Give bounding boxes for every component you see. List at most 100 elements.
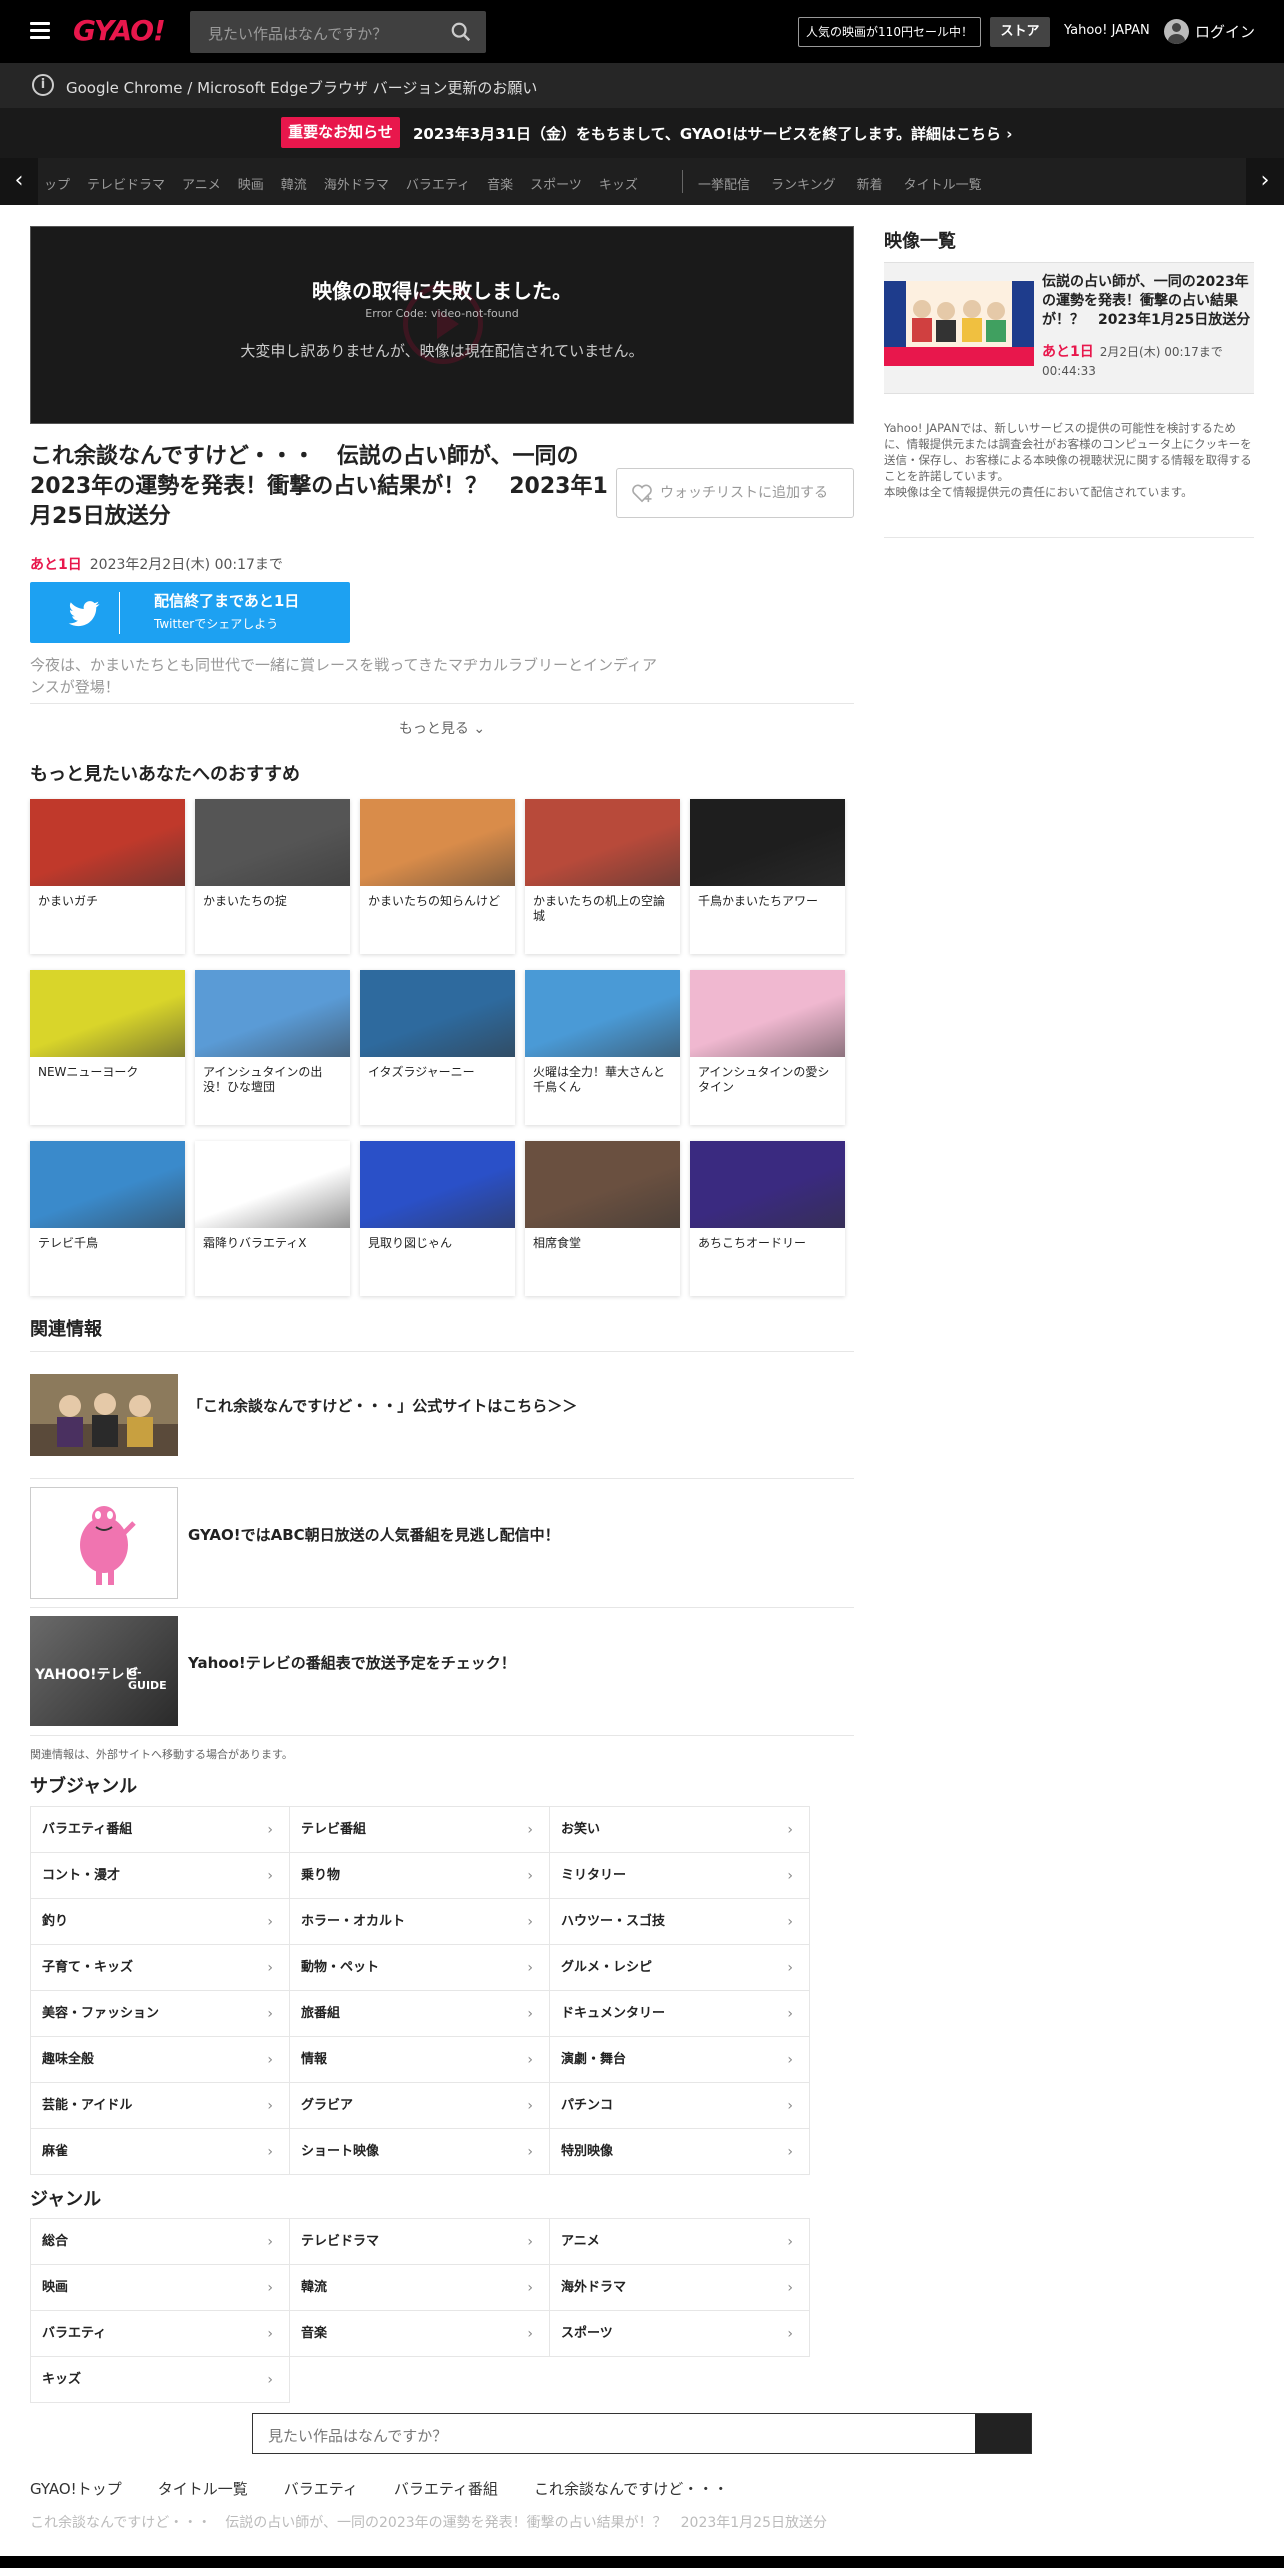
nav-item[interactable]: 韓流 (281, 178, 307, 193)
chevron-right-icon: › (787, 1868, 793, 1884)
recommend-card[interactable]: かまいガチ (30, 799, 185, 954)
recommend-card[interactable]: 霜降りバラエティX (195, 1141, 350, 1296)
chevron-right-icon: › (527, 2144, 533, 2160)
genre-link[interactable]: スポーツ › (550, 2311, 810, 2357)
recommend-thumb (360, 799, 515, 886)
genre-link[interactable]: 音楽 › (290, 2311, 550, 2357)
breadcrumb-item[interactable]: GYAO!トップ (30, 2480, 122, 2498)
subgenre-link[interactable]: 動物・ペット › (290, 1945, 550, 1991)
g-guide-logo: G-GUIDE (128, 1666, 167, 1692)
bottom-search-button[interactable] (975, 2414, 1031, 2453)
subgenre-link[interactable]: お笑い › (550, 1807, 810, 1853)
subgenre-link[interactable]: ホラー・オカルト › (290, 1899, 550, 1945)
show-more-button[interactable]: もっと見る ⌄ (0, 718, 884, 738)
recommend-card[interactable]: かまいたちの机上の空論城 (525, 799, 680, 954)
nav-item[interactable]: スポーツ (530, 178, 582, 193)
menu-icon[interactable] (30, 22, 50, 40)
nav-item[interactable]: 映画 (238, 178, 264, 193)
subgenre-link[interactable]: 美容・ファッション › (30, 1991, 290, 2037)
related-link-abc[interactable]: GYAO!ではABC朝日放送の人気番組を見逃し配信中！ (188, 1524, 560, 1545)
genre-link[interactable]: 海外ドラマ › (550, 2265, 810, 2311)
important-announcement[interactable]: 重要なお知らせ 2023年3月31日（金）をもちまして、GYAO!はサービスを終… (0, 108, 1284, 158)
subgenre-link[interactable]: 麻雀 › (30, 2129, 290, 2175)
nav-item[interactable]: キッズ (599, 178, 638, 193)
search-icon[interactable] (450, 21, 472, 43)
recommend-card[interactable]: 火曜は全力！華大さんと千鳥くん (525, 970, 680, 1125)
genre-link[interactable]: 韓流 › (290, 2265, 550, 2311)
subgenre-link[interactable]: テレビ番組 › (290, 1807, 550, 1853)
subgenre-link[interactable]: ハウツー・スゴ技 › (550, 1899, 810, 1945)
nav-item[interactable]: ップ (44, 178, 70, 193)
subgenre-link[interactable]: ショート映像 › (290, 2129, 550, 2175)
nav-item[interactable]: 新着 (857, 178, 883, 193)
nav-item[interactable]: バラエティ (406, 178, 470, 193)
recommend-card[interactable]: 千鳥かまいたちアワー (690, 799, 845, 954)
subgenre-link[interactable]: 趣味全般 › (30, 2037, 290, 2083)
recommend-card[interactable]: イタズラジャーニー (360, 970, 515, 1125)
recommend-card[interactable]: かまいたちの知らんけど (360, 799, 515, 954)
bottom-search-input[interactable]: 見たい作品はなんですか？ (252, 2413, 1032, 2454)
recommend-card[interactable]: 相席食堂 (525, 1141, 680, 1296)
login-button[interactable]: ログイン (1164, 19, 1255, 45)
gyao-logo[interactable]: GYAO! (73, 14, 166, 47)
genre-link[interactable]: 映画 › (30, 2265, 290, 2311)
nav-item[interactable]: タイトル一覧 (904, 178, 982, 193)
subgenre-link[interactable]: グラビア › (290, 2083, 550, 2129)
subgenre-link[interactable]: 旅番組 › (290, 1991, 550, 2037)
breadcrumb-item[interactable]: バラエティ番組 (394, 2480, 498, 2498)
related-thumb-official[interactable] (30, 1374, 178, 1456)
subgenre-link[interactable]: コント・漫才 › (30, 1853, 290, 1899)
subgenre-link[interactable]: ミリタリー › (550, 1853, 810, 1899)
video-list-item[interactable]: 伝説の占い師が、一同の2023年の運勢を発表！衝撃の占い結果が！？ 2023年1… (884, 262, 1254, 394)
cookie-notice-text: Yahoo! JAPANでは、新しいサービスの提供の可能性を検討するために、情報… (884, 421, 1252, 483)
recommend-card[interactable]: NEWニューヨーク (30, 970, 185, 1125)
breadcrumb-item[interactable]: タイトル一覧 (158, 2480, 248, 2498)
subgenre-link[interactable]: ドキュメンタリー › (550, 1991, 810, 2037)
subgenre-link[interactable]: 乗り物 › (290, 1853, 550, 1899)
subgenre-link[interactable]: グルメ・レシピ › (550, 1945, 810, 1991)
video-player[interactable]: 映像の取得に失敗しました。 Error Code: video-not-foun… (30, 226, 854, 424)
twitter-share-button[interactable]: 配信終了まであと1日 Twitterでシェアしよう (30, 582, 350, 643)
genre-link[interactable]: テレビドラマ › (290, 2219, 550, 2265)
genre-link[interactable]: キッズ › (30, 2357, 290, 2403)
subgenre-link[interactable]: 釣り › (30, 1899, 290, 1945)
store-button[interactable]: ストア (990, 17, 1050, 47)
subgenre-label: 演劇・舞台 (561, 2052, 627, 2067)
browser-update-notice[interactable]: i Google Chrome / Microsoft Edgeブラウザ バージ… (0, 63, 1284, 108)
subgenre-link[interactable]: 情報 › (290, 2037, 550, 2083)
nav-item[interactable]: アニメ (182, 178, 221, 193)
subgenre-link[interactable]: 子育て・キッズ › (30, 1945, 290, 1991)
breadcrumb-item[interactable]: バラエティ (284, 2480, 358, 2498)
nav-item[interactable]: テレビドラマ (87, 178, 165, 193)
chevron-left-icon[interactable]: ‹ (0, 158, 38, 205)
nav-item[interactable]: ランキング (771, 178, 836, 193)
yahoo-japan-link[interactable]: Yahoo! JAPAN (1064, 23, 1150, 38)
subgenre-link[interactable]: パチンコ › (550, 2083, 810, 2129)
breadcrumb-item[interactable]: これ余談なんですけど・・・ (534, 2480, 728, 2498)
nav-item[interactable]: 音楽 (487, 178, 513, 193)
nav-item[interactable]: 海外ドラマ (324, 178, 389, 193)
related-link-official[interactable]: 「これ余談なんですけど・・・」公式サイトはこちら＞＞ (188, 1395, 577, 1416)
genre-link[interactable]: バラエティ › (30, 2311, 290, 2357)
movie-sale-button[interactable]: 人気の映画が110円セール中！ (798, 17, 981, 47)
recommend-card[interactable]: 見取り図じゃん (360, 1141, 515, 1296)
recommend-card[interactable]: アインシュタインの愛シタイン (690, 970, 845, 1125)
subgenre-link[interactable]: 特別映像 › (550, 2129, 810, 2175)
chevron-right-icon[interactable]: › (1246, 158, 1284, 205)
genre-link[interactable]: アニメ › (550, 2219, 810, 2265)
subgenre-link[interactable]: 芸能・アイドル › (30, 2083, 290, 2129)
genre-link[interactable]: 総合 › (30, 2219, 290, 2265)
related-thumb-abc[interactable] (30, 1487, 178, 1599)
recommend-card[interactable]: あちこちオードリー (690, 1141, 845, 1296)
related-thumb-yahoo-tv[interactable]: YAHOO!テレビ G-GUIDE (30, 1616, 178, 1726)
subgenre-link[interactable]: バラエティ番組 › (30, 1807, 290, 1853)
add-to-watchlist-button[interactable]: ウォッチリストに追加する (616, 468, 854, 518)
recommend-card[interactable]: テレビ千鳥 (30, 1141, 185, 1296)
subgenre-link[interactable]: 演劇・舞台 › (550, 2037, 810, 2083)
subgenre-label: 動物・ペット (301, 1960, 380, 1975)
search-input[interactable]: 見たい作品はなんですか？ (190, 11, 486, 53)
recommend-card[interactable]: かまいたちの掟 (195, 799, 350, 954)
recommend-card[interactable]: アインシュタインの出没！ひな壇団 (195, 970, 350, 1125)
related-link-yahoo-tv[interactable]: Yahoo!テレビの番組表で放送予定をチェック！ (188, 1652, 516, 1673)
nav-item[interactable]: 一挙配信 (698, 178, 750, 193)
